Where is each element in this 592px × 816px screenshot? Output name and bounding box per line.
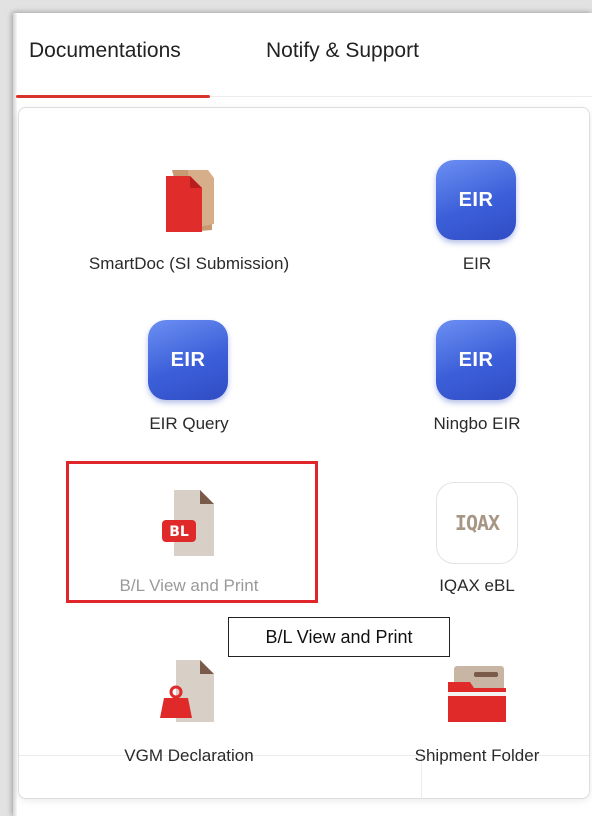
tooltip: B/L View and Print (228, 617, 450, 657)
app-tile-eir[interactable]: EIR EIR (335, 160, 592, 274)
app-label: EIR (462, 254, 492, 273)
app-label: Shipment Folder (414, 746, 540, 765)
tab-notify-support[interactable]: Notify & Support (266, 39, 419, 63)
app-tile-smartdoc[interactable]: SmartDoc (SI Submission) (47, 160, 331, 274)
active-tab-indicator (16, 95, 210, 98)
folder-icon (436, 652, 518, 734)
app-tile-ningbo-eir[interactable]: EIR Ningbo EIR (335, 320, 592, 434)
app-tile-shipment-folder[interactable]: Shipment Folder (335, 652, 592, 766)
highlight-box (66, 461, 318, 603)
app-tile-iqax-ebl[interactable]: IQAX IQAX eBL (335, 482, 592, 596)
tab-documentations[interactable]: Documentations (29, 39, 181, 63)
app-label: EIR Query (149, 414, 229, 433)
eir-icon: EIR (436, 320, 516, 400)
app-label: Ningbo EIR (433, 414, 521, 433)
tabs-divider (210, 96, 592, 97)
app-label: VGM Declaration (124, 746, 254, 765)
app-label: IQAX eBL (439, 576, 515, 595)
eir-icon: EIR (148, 320, 228, 400)
iqax-logo-icon: IQAX (436, 482, 518, 564)
eir-icon: EIR (436, 160, 516, 240)
smartdoc-icon (148, 160, 230, 242)
app-label: SmartDoc (SI Submission) (88, 254, 290, 273)
app-tile-eir-query[interactable]: EIR EIR Query (47, 320, 331, 434)
vgm-weight-icon (148, 652, 230, 734)
app-tile-vgm-declaration[interactable]: VGM Declaration (47, 652, 331, 766)
